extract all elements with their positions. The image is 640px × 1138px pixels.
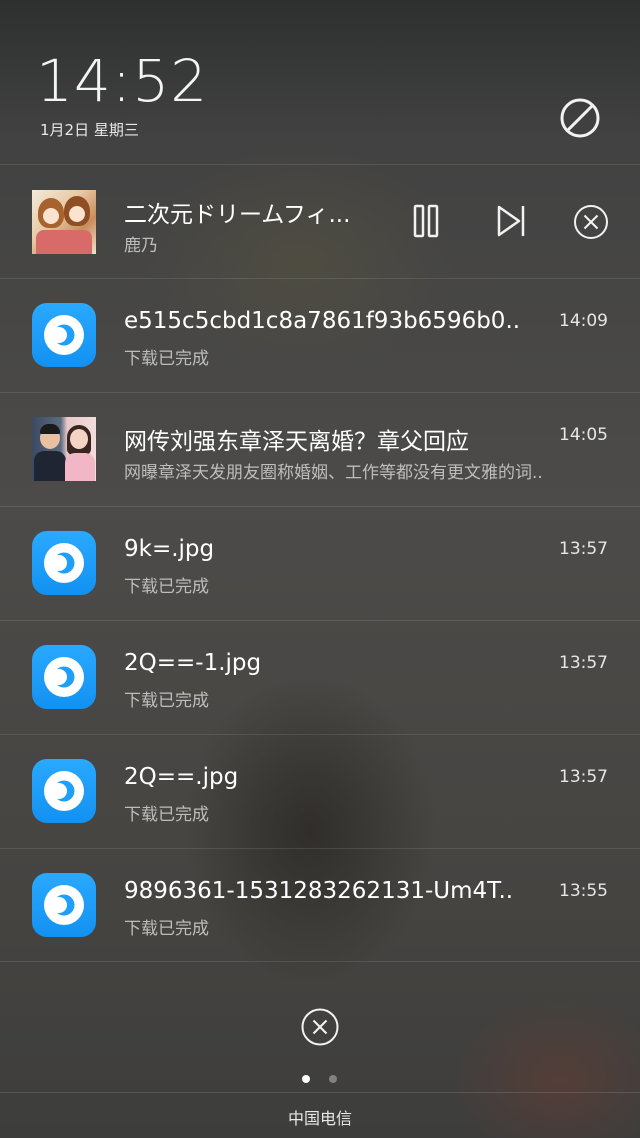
- notification-subtitle: 下载已完成: [124, 349, 209, 369]
- song-title: 二次元ドリームフィ...: [124, 202, 351, 228]
- divider: [0, 734, 640, 735]
- close-circle-icon: [301, 1008, 339, 1046]
- notification-subtitle: 下载已完成: [124, 805, 209, 825]
- notification-title: 2Q==.jpg: [124, 764, 239, 790]
- skip-next-icon: [497, 205, 525, 237]
- notification-title: 2Q==-1.jpg: [124, 650, 262, 676]
- download-app-icon: [32, 873, 96, 937]
- notification-time: 13:55: [559, 881, 608, 901]
- notification-item[interactable]: 网传刘强东章泽天离婚？章父回应 网曝章泽天发朋友圈称婚姻、工作等都没有更文雅的词…: [0, 392, 640, 505]
- download-app-icon: [32, 759, 96, 823]
- notification-title: 9k=.jpg: [124, 536, 215, 562]
- song-artist: 鹿乃: [124, 236, 158, 256]
- divider: [0, 961, 640, 962]
- notification-time: 13:57: [559, 539, 608, 559]
- page-indicator: [300, 1074, 340, 1084]
- divider: [0, 848, 640, 849]
- notification-title: e515c5cbd1c8a7861f93b6596b0..: [124, 308, 521, 334]
- notification-subtitle: 下载已完成: [124, 577, 209, 597]
- page-dot[interactable]: [329, 1075, 337, 1083]
- page-dot-active: [302, 1075, 310, 1083]
- notification-title: 网传刘强东章泽天离婚？章父回应: [124, 429, 469, 455]
- news-thumbnail-image: [32, 417, 96, 481]
- notification-item[interactable]: 9896361-1531283262131-Um4T.. 下载已完成 13:55: [0, 848, 640, 961]
- notification-item[interactable]: 9k=.jpg 下载已完成 13:57: [0, 506, 640, 619]
- notification-subtitle: 下载已完成: [124, 691, 209, 711]
- clock: 14:52: [36, 47, 209, 115]
- notification-time: 13:57: [559, 653, 608, 673]
- download-app-icon: [32, 531, 96, 595]
- download-app-icon: [32, 303, 96, 367]
- close-circle-icon: [574, 205, 608, 239]
- notification-subtitle: 下载已完成: [124, 919, 209, 939]
- divider: [0, 1092, 640, 1093]
- notification-item[interactable]: e515c5cbd1c8a7861f93b6596b0.. 下载已完成 14:0…: [0, 278, 640, 391]
- clear-all-notifications-button[interactable]: [300, 1007, 340, 1047]
- next-track-button[interactable]: [494, 202, 528, 240]
- notification-time: 14:05: [559, 425, 608, 445]
- notification-title: 9896361-1531283262131-Um4T..: [124, 878, 514, 904]
- pause-button[interactable]: [410, 202, 442, 240]
- notification-shade: 14:52 1月2日 星期三 二次元ドリームフィ... 鹿乃 e515c5cbd…: [0, 0, 640, 1138]
- notification-time: 14:09: [559, 311, 608, 331]
- notification-time: 13:57: [559, 767, 608, 787]
- download-app-icon: [32, 645, 96, 709]
- notification-subtitle: 网曝章泽天发朋友圈称婚姻、工作等都没有更文雅的词..: [124, 463, 543, 483]
- divider: [0, 506, 640, 507]
- do-not-disturb-button[interactable]: [559, 97, 601, 139]
- music-player-notification[interactable]: 二次元ドリームフィ... 鹿乃: [0, 165, 640, 278]
- carrier-label: 中国电信: [287, 1109, 352, 1128]
- do-not-disturb-icon: [560, 98, 600, 138]
- album-art-image: [32, 190, 96, 254]
- pause-icon: [413, 204, 439, 238]
- close-music-button[interactable]: [572, 203, 610, 241]
- divider: [0, 392, 640, 393]
- notification-item[interactable]: 2Q==-1.jpg 下载已完成 13:57: [0, 620, 640, 733]
- notification-item[interactable]: 2Q==.jpg 下载已完成 13:57: [0, 734, 640, 847]
- divider: [0, 278, 640, 279]
- divider: [0, 620, 640, 621]
- date-label: 1月2日 星期三: [40, 121, 139, 139]
